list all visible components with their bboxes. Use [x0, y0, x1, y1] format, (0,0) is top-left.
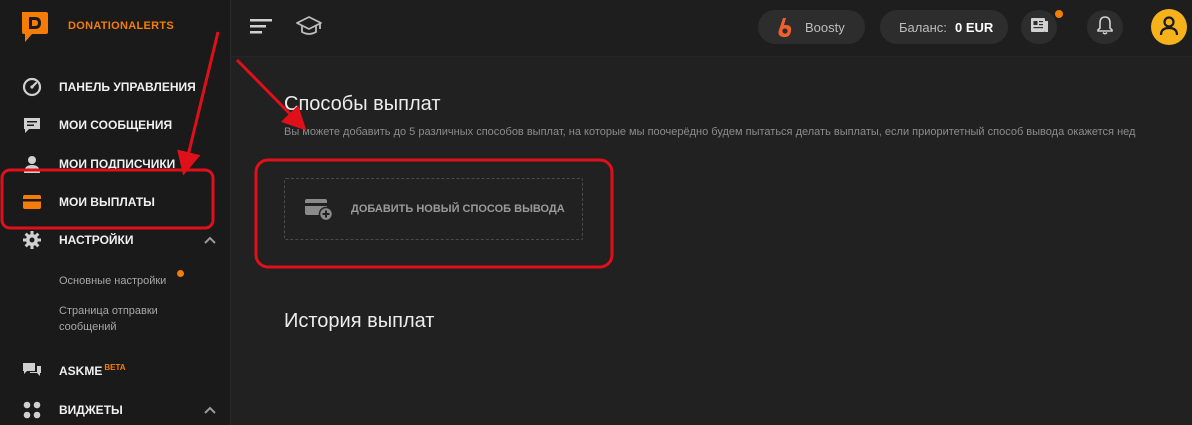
- sidebar-item-label: МОИ ВЫПЛАТЫ: [59, 195, 155, 209]
- payout-methods-description: Вы можете добавить до 5 различных способ…: [284, 126, 1136, 138]
- logo[interactable]: [20, 10, 50, 44]
- gear-icon: [22, 230, 42, 250]
- sidebar-subitem-message-page-line1[interactable]: Страница отправки: [59, 303, 158, 319]
- balance-value: 0 EUR: [955, 19, 994, 35]
- boosty-icon: [776, 17, 794, 42]
- balance-display[interactable]: Баланс: 0 EUR: [880, 10, 1008, 44]
- sidebar-item-dashboard[interactable]: ПАНЕЛЬ УПРАВЛЕНИЯ: [0, 68, 231, 106]
- dashboard-icon: [22, 77, 42, 97]
- sidebar-item-subscribers[interactable]: МОИ ПОДПИСЧИКИ: [0, 145, 231, 183]
- widgets-icon: [22, 400, 42, 420]
- messages-icon: [22, 115, 42, 135]
- sidebar-item-label: ПАНЕЛЬ УПРАВЛЕНИЯ: [59, 80, 196, 94]
- sidebar-item-askme[interactable]: ASKME BETA: [0, 352, 231, 390]
- sidebar-item-label: МОИ ПОДПИСЧИКИ: [59, 157, 176, 171]
- sidebar-item-label: ASKME BETA: [59, 363, 126, 378]
- hamburger-icon: [250, 17, 272, 40]
- notification-dot: [177, 270, 184, 277]
- newspaper-icon: [1029, 16, 1049, 39]
- sidebar-item-messages[interactable]: МОИ СООБЩЕНИЯ: [0, 106, 231, 144]
- chevron-up-icon[interactable]: [203, 233, 217, 247]
- sidebar-item-payouts[interactable]: МОИ ВЫПЛАТЫ: [0, 183, 231, 221]
- payout-history-title: История выплат: [284, 310, 435, 332]
- sidebar: DONATIONALERTS ПАНЕЛЬ УПРАВЛЕНИЯ МОИ СОО…: [0, 0, 231, 425]
- sidebar-subitem-message-page-line2[interactable]: сообщений: [59, 319, 117, 335]
- add-card-icon: [304, 195, 334, 228]
- subscribers-icon: [22, 154, 42, 174]
- sidebar-item-label: МОИ СООБЩЕНИЯ: [59, 118, 173, 132]
- boosty-label: Boosty: [805, 19, 845, 35]
- chat-icon: [22, 361, 42, 381]
- payout-methods-title: Способы выплат: [284, 93, 441, 115]
- askme-label: ASKME: [59, 364, 103, 378]
- chevron-up-icon[interactable]: [203, 403, 217, 417]
- menu-toggle-button[interactable]: [249, 16, 273, 40]
- donationalerts-logo-icon: [20, 10, 50, 44]
- graduation-cap-icon: [295, 15, 323, 42]
- balance-label: Баланс:: [899, 19, 947, 35]
- sidebar-subitem-main-settings[interactable]: Основные настройки: [59, 273, 166, 289]
- bell-icon: [1096, 15, 1114, 40]
- add-payout-method-label: ДОБАВИТЬ НОВЫЙ СПОСОБ ВЫВОДА: [351, 203, 565, 215]
- sidebar-item-label: ВИДЖЕТЫ: [59, 403, 123, 417]
- notifications-button[interactable]: [1087, 10, 1123, 44]
- beta-badge: BETA: [104, 363, 126, 372]
- user-avatar[interactable]: [1151, 9, 1187, 45]
- card-icon: [22, 192, 42, 212]
- news-notification-dot: [1055, 10, 1063, 18]
- brand-name: DONATIONALERTS: [68, 20, 175, 32]
- news-button[interactable]: [1021, 10, 1057, 44]
- user-icon: [1158, 14, 1180, 41]
- sidebar-item-label: НАСТРОЙКИ: [59, 233, 134, 247]
- sidebar-item-settings[interactable]: НАСТРОЙКИ: [0, 221, 231, 259]
- top-header: Boosty Баланс: 0 EUR: [231, 0, 1192, 57]
- add-payout-method-button[interactable]: ДОБАВИТЬ НОВЫЙ СПОСОБ ВЫВОДА: [284, 178, 583, 240]
- education-button[interactable]: [294, 14, 324, 42]
- sidebar-item-widgets[interactable]: ВИДЖЕТЫ: [0, 391, 231, 425]
- boosty-button[interactable]: Boosty: [758, 10, 865, 44]
